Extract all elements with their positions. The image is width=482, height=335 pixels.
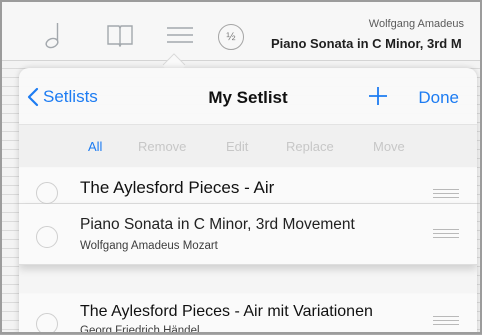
current-piece-title: Piano Sonata in C Minor, 3rd M <box>271 36 462 51</box>
done-button[interactable]: Done <box>418 88 459 108</box>
select-circle[interactable] <box>36 313 58 332</box>
list-item[interactable]: Piano Sonata in C Minor, 3rd Movement Wo… <box>19 204 477 265</box>
music-note-icon[interactable] <box>40 20 70 50</box>
list-item[interactable]: The Aylesford Pieces - Air mit Variation… <box>19 294 477 334</box>
app-window: ½ Wolfgang Amadeus Piano Sonata in C Min… <box>0 0 482 334</box>
segment-all[interactable]: All <box>88 139 102 154</box>
half-speed-badge[interactable]: ½ <box>218 24 244 50</box>
list-item-subtitle: Wolfgang Amadeus Mozart <box>80 240 218 252</box>
current-piece-composer: Wolfgang Amadeus <box>368 18 464 30</box>
edit-mode-segments: All Remove Edit Replace Move <box>19 124 477 168</box>
segment-edit[interactable]: Edit <box>226 139 248 154</box>
popover-navbar: Setlists My Setlist Done <box>19 68 477 122</box>
select-circle[interactable] <box>36 226 58 248</box>
drag-placeholder <box>19 265 477 293</box>
segment-remove[interactable]: Remove <box>138 139 186 154</box>
reorder-handle-icon[interactable] <box>433 316 459 326</box>
reorder-handle-icon[interactable] <box>433 189 459 199</box>
list-item-title: The Aylesford Pieces - Air <box>80 178 275 197</box>
list-item[interactable]: The Aylesford Pieces - Air <box>19 167 477 204</box>
list-item-title: Piano Sonata in C Minor, 3rd Movement <box>80 216 355 233</box>
segment-move[interactable]: Move <box>373 139 405 154</box>
list-item-title: The Aylesford Pieces - Air mit Variation… <box>80 303 373 320</box>
plus-icon[interactable] <box>367 85 389 107</box>
list-icon[interactable] <box>165 20 195 50</box>
top-toolbar: ½ Wolfgang Amadeus Piano Sonata in C Min… <box>2 2 480 61</box>
segment-replace[interactable]: Replace <box>286 139 334 154</box>
select-circle[interactable] <box>36 182 58 204</box>
setlist-popover: Setlists My Setlist Done All Remove Edit… <box>19 68 477 334</box>
book-icon[interactable] <box>105 20 135 50</box>
popover-title: My Setlist <box>208 88 288 107</box>
reorder-handle-icon[interactable] <box>433 229 459 239</box>
list-item-subtitle: Georg Friedrich Händel <box>80 325 200 334</box>
